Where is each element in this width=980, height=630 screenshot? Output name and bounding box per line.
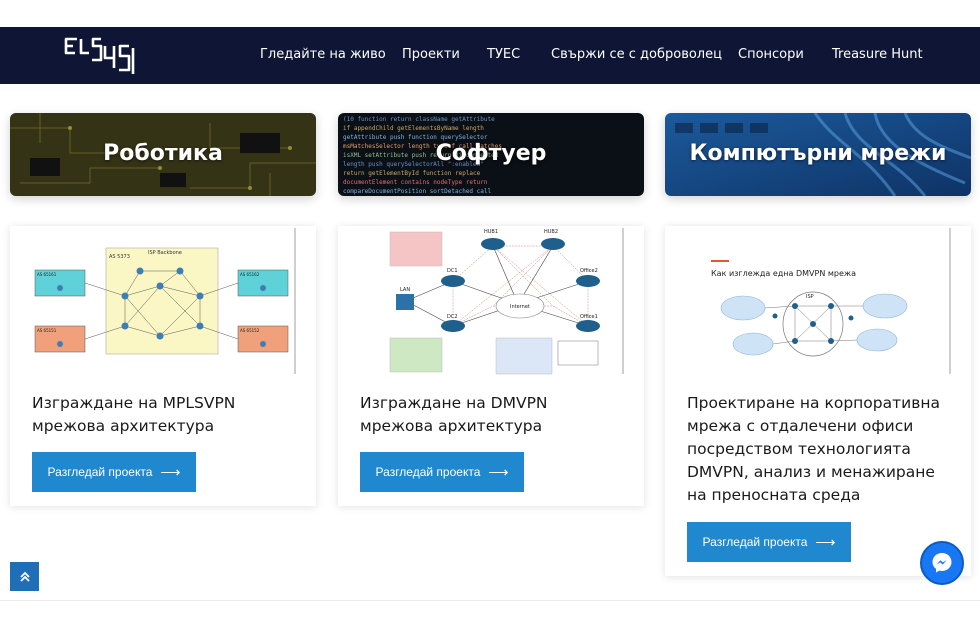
- nav-item-tues[interactable]: ТУЕС: [487, 47, 520, 62]
- diagram-heading: Как изглежда една DMVPN мрежа: [711, 269, 856, 278]
- diagram-node-label: LAN: [400, 287, 410, 293]
- arrow-right-icon: ⟶: [488, 463, 509, 480]
- category-title: Компютърни мрежи: [689, 141, 947, 166]
- diagram-site-label: AS 65151: [37, 328, 57, 333]
- svg-text:if appendChild getElementsBy: if appendChild getElementsByName length: [343, 125, 484, 132]
- nav-item-treasure-hunt[interactable]: Treasure Hunt: [832, 47, 923, 62]
- project-title: Изграждане на MPLSVPN мрежова архитектур…: [32, 394, 236, 435]
- view-project-button[interactable]: Разгледай проекта ⟶: [687, 522, 851, 562]
- diagram-asn-label: AS 5373: [109, 254, 130, 260]
- arrow-right-icon: ⟶: [160, 463, 181, 480]
- scroll-to-top-button[interactable]: [10, 562, 39, 591]
- svg-text:getAttribute push function: getAttribute push function querySelector: [343, 134, 488, 141]
- svg-text:documentElement contains nod: documentElement contains nodeType return: [343, 179, 488, 186]
- diagram-node-label: Office1: [580, 314, 598, 320]
- top-strip: [0, 0, 980, 27]
- nav-item-projects[interactable]: Проекти: [402, 47, 460, 62]
- footer-divider: [0, 600, 980, 601]
- arrow-right-icon: ⟶: [815, 533, 836, 550]
- image-edge: [949, 228, 951, 374]
- project-title: Проектиране на корпоративна мрежа с отда…: [687, 394, 940, 504]
- nav-item-live[interactable]: Гледайте на живо: [260, 47, 386, 62]
- svg-text:(10 function return classNa: (10 function return className getAttribu…: [343, 116, 495, 123]
- project-title: Изграждане на DMVPN мрежова архитектура: [360, 394, 548, 435]
- diagram-center-label: ISP: [806, 294, 814, 300]
- elsys-logo[interactable]: [63, 36, 141, 78]
- svg-text:compareDocumentPosition sortD: compareDocumentPosition sortDetached cal…: [343, 188, 491, 195]
- nav-item-sponsors[interactable]: Спонсори: [738, 47, 804, 62]
- category-title: Софтуер: [435, 141, 547, 166]
- dmvpn-diagram-image: HUB1 HUB2 DC1 DC2 Office2 Office1 LAN In…: [338, 226, 624, 376]
- diagram-node-label: HUB1: [484, 229, 498, 235]
- diagram-backbone-label: ISP Backbone: [148, 250, 182, 256]
- diagram-site-label: AS 65161: [37, 272, 57, 277]
- project-card-mplsvpn: AS 5373 ISP Backbone AS 65161 AS 65162 A…: [10, 226, 316, 506]
- category-networks[interactable]: Компютърни мрежи: [665, 113, 971, 196]
- diagram-node-label: Office2: [580, 268, 598, 274]
- messenger-chat-button[interactable]: [920, 541, 964, 585]
- view-project-label: Разгледай проекта: [375, 465, 481, 479]
- view-project-label: Разгледай проекта: [702, 535, 808, 549]
- diagram-node-label: HUB2: [544, 229, 558, 235]
- diagram-node-label: Internet: [510, 304, 530, 310]
- diagram-site-label: AS 65152: [240, 328, 260, 333]
- nav-item-volunteer[interactable]: Свържи се с доброволец: [551, 47, 722, 62]
- image-edge: [294, 228, 296, 374]
- svg-text:return getElementById functi: return getElementById function replace: [343, 170, 481, 177]
- diagram-site-label: AS 65162: [240, 272, 260, 277]
- category-title: Роботика: [103, 141, 223, 166]
- messenger-icon: [932, 553, 952, 573]
- project-card-dmvpn: HUB1 HUB2 DC1 DC2 Office2 Office1 LAN In…: [338, 226, 644, 506]
- diagram-node-label: DC2: [447, 314, 458, 320]
- view-project-button[interactable]: Разгледай проекта ⟶: [32, 452, 196, 492]
- view-project-label: Разгледай проекта: [47, 465, 153, 479]
- image-edge: [622, 228, 624, 374]
- project-card-corporate-dmvpn: Как изглежда една DMVPN мрежа ISP Проект…: [665, 226, 971, 576]
- double-chevron-up-icon: [19, 571, 30, 582]
- view-project-button[interactable]: Разгледай проекта ⟶: [360, 452, 524, 492]
- diagram-node-label: DC1: [447, 268, 458, 274]
- category-software[interactable]: (10 function return className getAttribu…: [338, 113, 644, 196]
- category-robotics[interactable]: Роботика: [10, 113, 316, 196]
- corporate-dmvpn-diagram-image: Как изглежда една DMVPN мрежа ISP: [665, 226, 951, 376]
- mplsvpn-diagram-image: AS 5373 ISP Backbone AS 65161 AS 65162 A…: [10, 226, 296, 376]
